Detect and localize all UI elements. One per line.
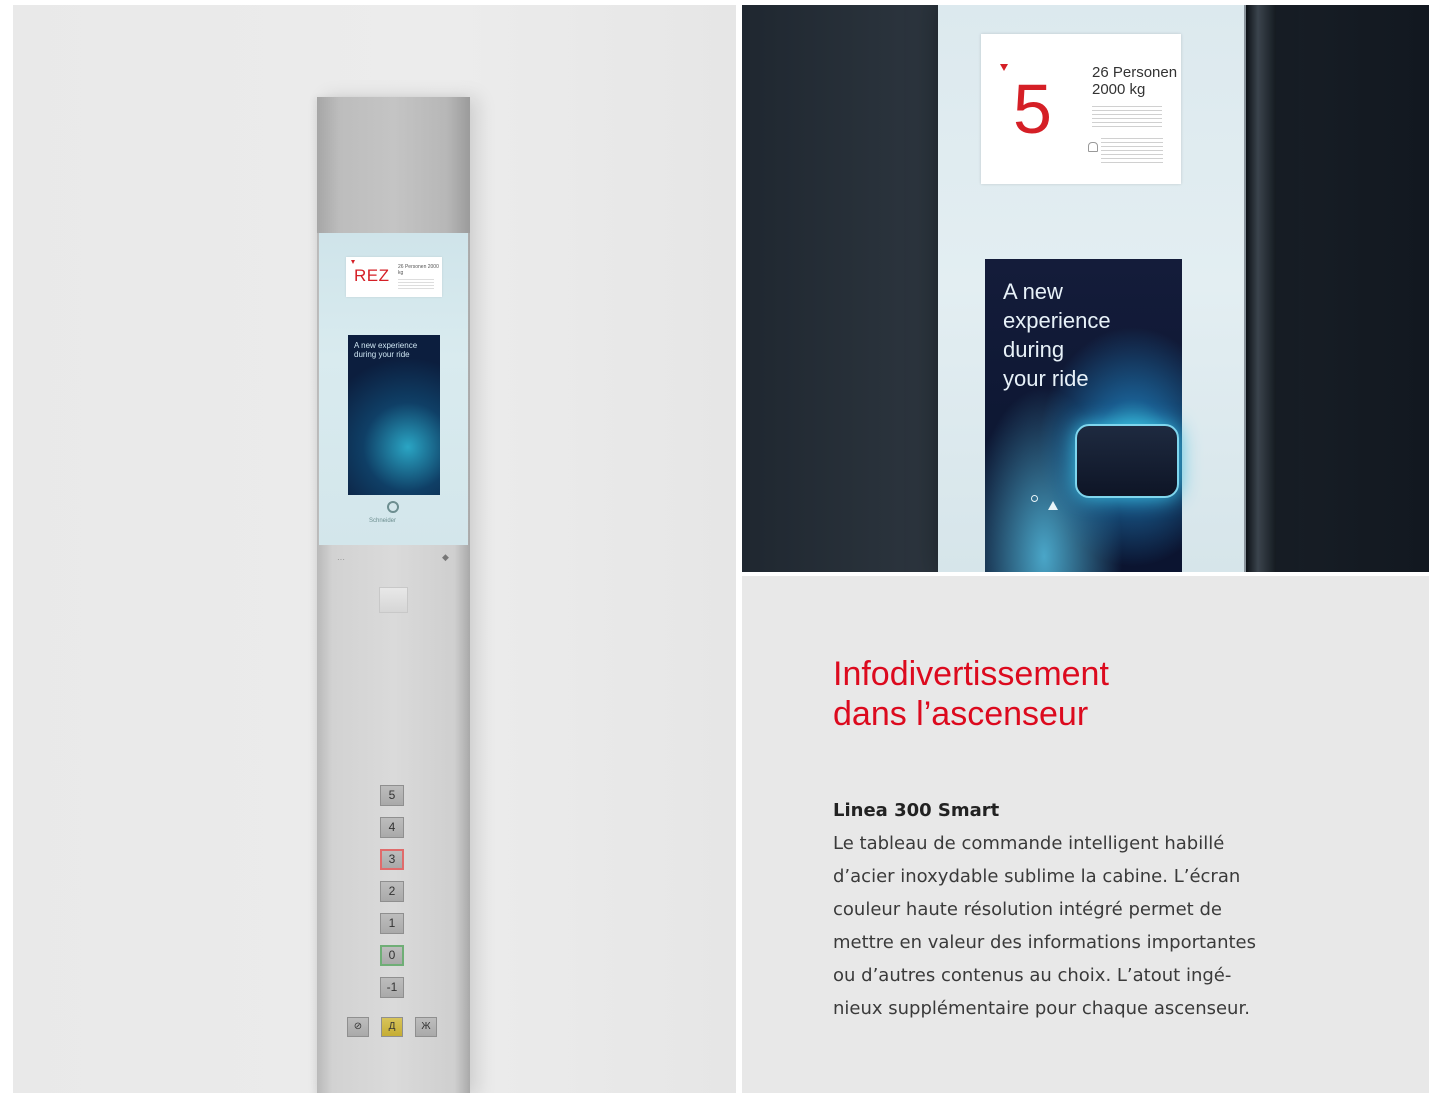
floor-button-5: 5 [380,785,404,806]
description-line: ou d’autres contenus au choix. L’atout i… [833,965,1232,986]
info-lines [398,279,434,291]
panel-top-cover [317,97,470,233]
ad-text: A new experience during your ride [354,341,418,359]
card-reader [379,587,408,613]
circle-icon [1031,495,1038,502]
closeup-ad-line: your ride [1003,366,1089,391]
triangle-icon [1048,501,1058,510]
closeup-capacity: 26 Personen 2000 kg [1092,64,1177,98]
closeup-ad-text: A new experience during your ride [1003,277,1111,393]
capacity-caption: 26 Personen 2000 kg [398,264,439,276]
door-open-button-icon: ⊘ [347,1017,369,1037]
description-line: nieux supplémentaire pour chaque ascense… [833,998,1250,1019]
description-line: Le tableau de commande intelligent habil… [833,833,1225,854]
closeup-floor-card: 5 26 Personen 2000 kg [981,34,1181,184]
closeup-info-lines [1092,106,1162,130]
diamond-icon: ◆ [442,552,449,562]
bell-icon [1088,142,1098,152]
floor-button-3-active: 3 [380,849,404,870]
floor-button-4: 4 [380,817,404,838]
feature-text-block: Infodivertissement dans l’ascenseur Line… [742,576,1429,1093]
closeup-ad-line: during [1003,337,1065,362]
schneider-logo-icon [387,501,399,513]
closeup-ad-line: experience [1003,308,1111,333]
direction-arrow-icon [1000,64,1008,71]
closeup-capacity-weight: 2000 kg [1092,81,1146,98]
floor-button-minus-1: -1 [380,977,404,998]
vr-headset-icon [1075,424,1179,498]
floor-button-1: 1 [380,913,404,934]
description-line: mettre en valeur des informations import… [833,932,1256,953]
brand-label: Schneider [369,518,397,524]
closeup-display: 5 26 Personen 2000 kg A new experience d… [938,5,1244,572]
headline: Infodivertissement dans l’ascenseur [833,654,1393,734]
door-close-button-icon: Ж [415,1017,437,1037]
control-panel: REZ 26 Personen 2000 kg A new experience… [317,97,470,1093]
headline-line-1: Infodivertissement [833,655,1109,693]
closeup-ad-line: A new [1003,279,1063,304]
closeup-advertisement: A new experience during your ride [985,259,1182,572]
alarm-button-icon: Д [381,1017,403,1037]
panel-display: REZ 26 Personen 2000 kg A new experience… [319,233,468,545]
closeup-floor-number: 5 [1013,70,1052,148]
advertisement-panel: A new experience during your ride [348,335,440,495]
floor-info-card: REZ 26 Personen 2000 kg [346,257,442,297]
closeup-capacity-persons: 26 Personen [1092,64,1178,81]
description-line: d’acier inoxydable sublime la cabine. L’… [833,866,1241,887]
product-name: Linea 300 Smart [833,800,1000,821]
product-photo-screen-closeup: 5 26 Personen 2000 kg A new experience d… [742,5,1429,572]
floor-indicator: REZ [354,266,390,285]
product-photo-control-panel: REZ 26 Personen 2000 kg A new experience… [13,5,736,1093]
description-line: couleur haute résolution intégré permet … [833,899,1222,920]
headline-line-2: dans l’ascenseur [833,695,1089,733]
floor-button-0-home: 0 [380,945,404,966]
closeup-info-lines-2 [1101,138,1163,166]
door-frame [1246,5,1276,572]
direction-arrow-icon [351,260,355,264]
floor-button-2: 2 [380,881,404,902]
product-description: Le tableau de commande intelligent habil… [833,827,1333,1025]
dots-icon: ··· [337,555,345,564]
